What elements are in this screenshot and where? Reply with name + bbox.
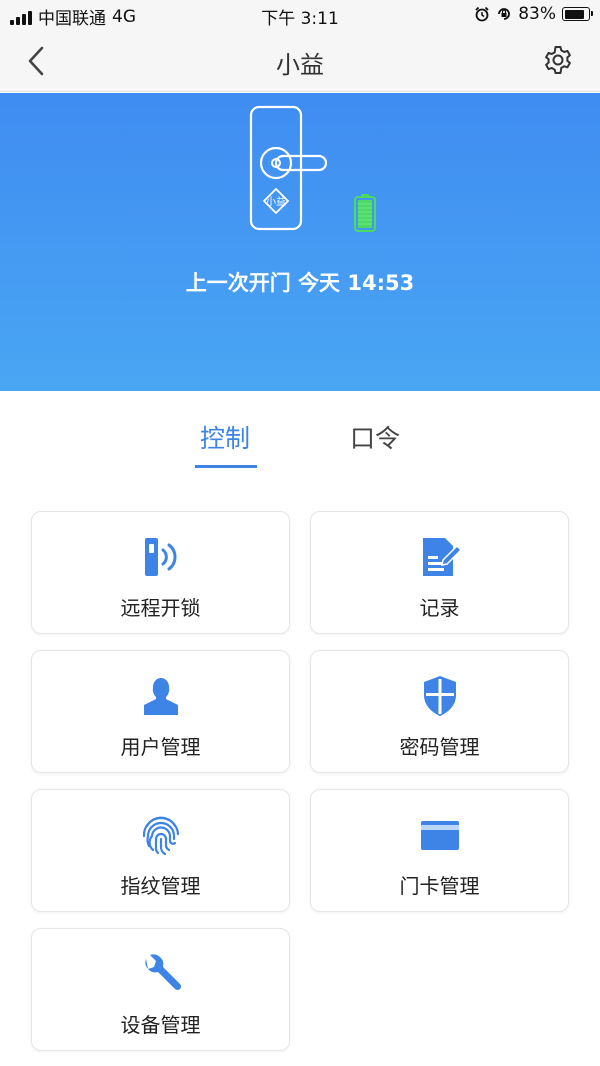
fingerprint-management-label: 指纹管理: [120, 874, 201, 898]
last-open-text: 上一次开门 今天 14:53: [0, 267, 600, 297]
tab-control[interactable]: 控制: [200, 419, 250, 455]
device-management-button[interactable]: 设备管理: [31, 928, 290, 1051]
remote-unlock-label: 远程开锁: [120, 596, 201, 620]
wrench-icon: [144, 954, 181, 991]
lock-logo-text: 小益: [266, 195, 286, 208]
gear-icon[interactable]: [542, 44, 574, 76]
remote-unlock-icon: [144, 538, 176, 576]
lock-status-banner: 小益 上一次开门 今天 14:53: [0, 93, 600, 391]
password-management-label: 密码管理: [399, 735, 480, 759]
device-management-label: 设备管理: [120, 1013, 201, 1037]
fingerprint-icon: [142, 816, 179, 856]
status-right: 83%: [474, 4, 593, 24]
user-icon: [143, 678, 178, 715]
shield-icon: [423, 676, 456, 716]
remote-unlock-button[interactable]: 远程开锁: [31, 511, 290, 634]
page-title: 小益: [276, 51, 324, 79]
tab-indicator: [195, 465, 257, 468]
user-management-label: 用户管理: [120, 735, 201, 759]
door-lock-icon: 小益: [249, 105, 328, 231]
card-management-label: 门卡管理: [399, 874, 480, 898]
battery-percent: 83%: [518, 4, 556, 24]
tab-command[interactable]: 口令: [350, 419, 400, 455]
card-management-button[interactable]: 门卡管理: [310, 789, 569, 912]
tab-bar: 控制 口令: [0, 391, 600, 491]
battery-icon: [562, 7, 593, 21]
record-icon: [422, 538, 462, 576]
password-management-button[interactable]: 密码管理: [310, 650, 569, 773]
record-button[interactable]: 记录: [310, 511, 569, 634]
alarm-icon: [475, 6, 489, 22]
fingerprint-management-button[interactable]: 指纹管理: [31, 789, 290, 912]
card-icon: [420, 821, 459, 850]
nav-bar: 小益: [0, 30, 600, 92]
lock-battery-icon: [354, 194, 376, 232]
record-label: 记录: [419, 596, 460, 620]
last-open-time: 14:53: [347, 271, 415, 295]
user-management-button[interactable]: 用户管理: [31, 650, 290, 773]
last-open-day: 今天: [298, 271, 341, 295]
last-open-label: 上一次开门: [185, 271, 291, 295]
status-bar: 中国联通 4G 下午 3:11 83%: [0, 0, 600, 30]
rotation-lock-icon: [498, 8, 511, 20]
